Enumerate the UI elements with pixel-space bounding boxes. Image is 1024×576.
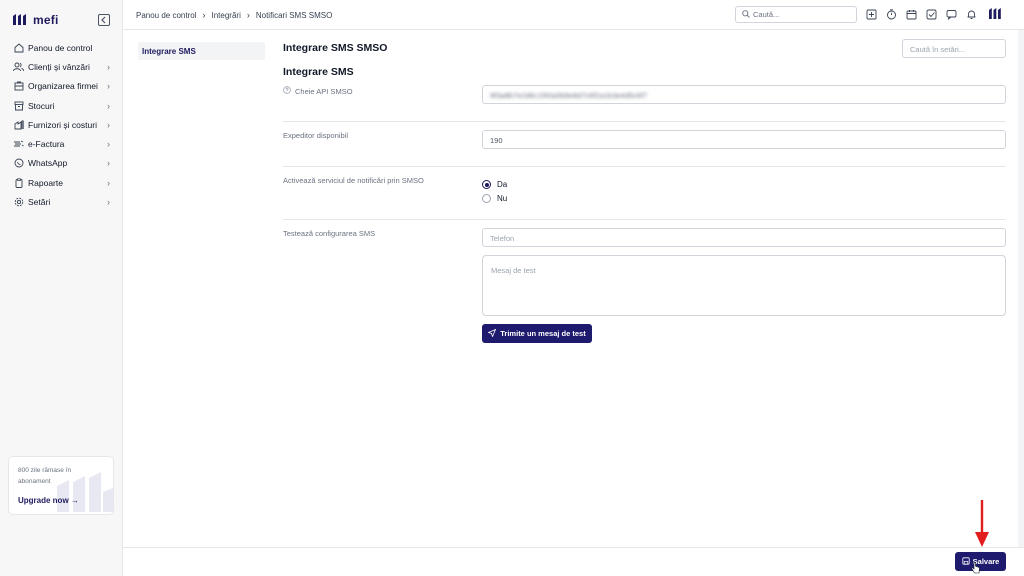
sidebar-item-label: Clienți și vânzări [28, 61, 90, 72]
search-icon [742, 9, 750, 20]
logo[interactable]: mefi [13, 13, 58, 27]
sidebar-nav: Panou de control Clienți și vânzări › Or… [0, 38, 122, 212]
collapse-sidebar-icon[interactable] [98, 13, 110, 26]
api-key-value: 9f3a8b7e2d6c1f40a5b9e8d7c6f2a1b3e4d5c6f7 [490, 91, 648, 100]
box-icon [13, 100, 24, 111]
mefi-logo-icon [13, 14, 29, 25]
breadcrumb-item[interactable]: Panou de control [136, 11, 197, 20]
footer-bar [123, 547, 1024, 576]
timer-icon[interactable] [885, 8, 897, 20]
sidebar-item-panou-de-control[interactable]: Panou de control [0, 38, 122, 57]
bell-icon[interactable] [965, 8, 977, 20]
sidebar-item-label: Stocuri [28, 100, 55, 111]
settings-search-input[interactable]: Caută în setări... [902, 39, 1006, 58]
radio-nu[interactable] [482, 194, 491, 203]
sidebar-item-e-factura[interactable]: e-Factura › [0, 134, 122, 153]
test-config-label: Testează configurarea SMS [283, 229, 376, 238]
gear-icon [13, 197, 24, 208]
top-bar: Panou de control › Integrări › Notificar… [123, 0, 1024, 30]
chevron-right-icon: › [107, 177, 110, 188]
search-placeholder: Caută... [753, 10, 780, 19]
test-message-textarea[interactable]: Mesaj de test [482, 255, 1006, 316]
sidebar-item-furnizori[interactable]: Furnizori și costuri › [0, 115, 122, 134]
send-test-message-button[interactable]: Trimite un mesaj de test [482, 324, 592, 343]
sidebar-item-stocuri[interactable]: Stocuri › [0, 96, 122, 115]
chevron-right-icon: › [202, 10, 206, 20]
radio-da-label: Da [497, 180, 508, 189]
section-title: Integrare SMS [283, 66, 354, 78]
radio-option-da[interactable]: Da [482, 180, 507, 189]
add-square-icon[interactable] [865, 8, 877, 20]
topbar-actions [865, 8, 977, 20]
sidebar-item-rapoarte[interactable]: Rapoarte › [0, 173, 122, 192]
page-title: Integrare SMS SMSO [283, 42, 388, 54]
hand-cursor-icon [971, 562, 980, 576]
api-key-label-text: Cheie API SMSO [295, 86, 353, 96]
scrollbar[interactable] [1018, 30, 1024, 576]
sidebar-item-whatsapp[interactable]: WhatsApp › [0, 154, 122, 173]
chat-icon[interactable] [945, 8, 957, 20]
activate-service-label: Activează serviciul de notificări prin S… [283, 176, 424, 185]
chevron-right-icon: › [107, 100, 110, 111]
subscription-promo-card: 800 zile rămase în abonament Upgrade now… [8, 456, 114, 515]
breadcrumb-item[interactable]: Integrări [212, 11, 241, 20]
sidebar: mefi Panou de control Clienți și vânzări… [0, 0, 123, 576]
sidebar-item-clienti[interactable]: Clienți și vânzări › [0, 57, 122, 76]
divider [283, 166, 1006, 167]
chevron-right-icon: › [107, 81, 110, 92]
save-button[interactable]: Salvare [955, 552, 1006, 571]
company-logo-icon[interactable] [989, 8, 1003, 21]
users-icon [13, 61, 24, 72]
arrow-right-icon: → [70, 496, 79, 505]
suppliers-icon [13, 119, 24, 130]
sender-field[interactable]: 190 [482, 130, 1006, 149]
chevron-right-icon: › [107, 197, 110, 208]
divider [283, 219, 1006, 220]
whatsapp-icon [13, 158, 24, 169]
sidebar-item-label: Setări [28, 197, 51, 208]
radio-da[interactable] [482, 180, 491, 189]
divider [283, 121, 1006, 122]
subnav-item-integrare-sms[interactable]: Integrare SMS [138, 42, 265, 60]
sidebar-item-label: e-Factura [28, 139, 65, 150]
chevron-right-icon: › [107, 61, 110, 72]
logo-row: mefi [0, 0, 122, 30]
clipboard-icon [13, 177, 24, 188]
api-key-field[interactable]: 9f3a8b7e2d6c1f40a5b9e8d7c6f2a1b3e4d5c6f7 [482, 85, 1006, 104]
promo-text: 800 zile rămase în abonament [18, 467, 72, 485]
app-name: mefi [33, 12, 59, 27]
breadcrumb: Panou de control › Integrări › Notificar… [136, 10, 332, 20]
send-icon [487, 328, 497, 339]
sender-label: Expeditor disponibil [283, 131, 349, 140]
upgrade-now-link[interactable]: Upgrade now → [18, 496, 79, 505]
annotation-arrow-icon [974, 500, 990, 550]
sidebar-item-label: WhatsApp [28, 158, 68, 169]
send-test-label: Trimite un mesaj de test [500, 329, 586, 338]
chevron-right-icon: › [107, 158, 110, 169]
chevron-right-icon: › [246, 10, 250, 20]
sidebar-item-label: Rapoarte [28, 177, 63, 188]
home-icon [13, 42, 24, 53]
sidebar-item-label: Panou de control [28, 42, 93, 53]
api-key-label: Cheie API SMSO [283, 86, 353, 96]
chevron-right-icon: › [107, 119, 110, 130]
invoice-icon [13, 139, 24, 150]
global-search-input[interactable]: Caută... [735, 6, 857, 23]
breadcrumb-item-current: Notificari SMS SMSO [255, 10, 333, 20]
task-check-icon[interactable] [925, 8, 937, 20]
help-circle-icon[interactable] [283, 86, 291, 96]
radio-option-nu[interactable]: Nu [482, 194, 507, 203]
radio-nu-label: Nu [497, 194, 508, 203]
phone-input[interactable]: Telefon [482, 228, 1006, 247]
sidebar-item-setari[interactable]: Setări › [0, 192, 122, 211]
calendar-icon[interactable] [905, 8, 917, 20]
sidebar-item-label: Furnizori și costuri [28, 119, 97, 130]
sidebar-item-label: Organizarea firmei [28, 81, 98, 92]
save-icon [962, 556, 970, 567]
chevron-right-icon: › [107, 139, 110, 150]
sidebar-item-organizarea-firmei[interactable]: Organizarea firmei › [0, 77, 122, 96]
organization-icon [13, 81, 24, 92]
